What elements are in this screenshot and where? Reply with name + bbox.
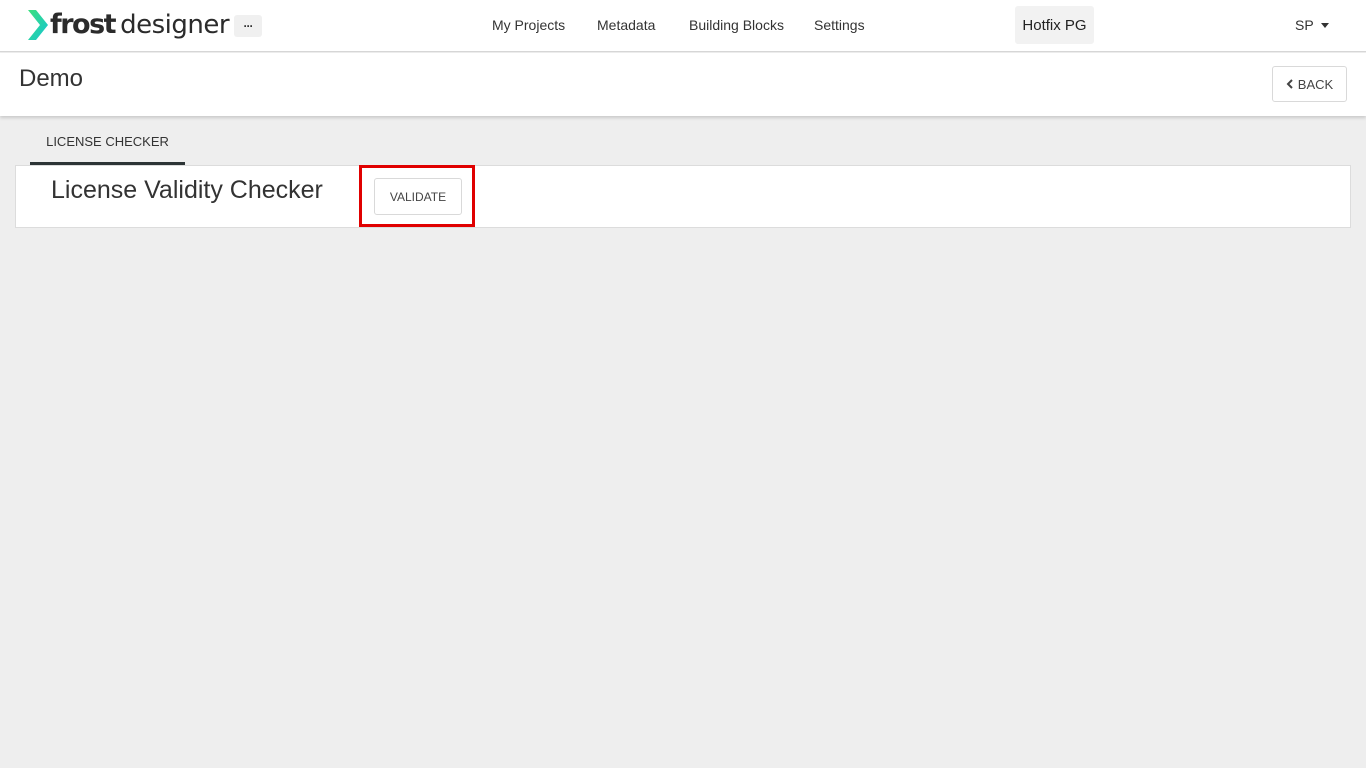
validate-button[interactable]: VALIDATE (374, 178, 462, 215)
chevron-logo-icon (28, 10, 48, 40)
environment-label: Hotfix PG (1022, 16, 1087, 34)
environment-badge[interactable]: Hotfix PG (1015, 6, 1094, 44)
page-title: Demo (19, 65, 84, 92)
license-checker-card: License Validity Checker VALIDATE (15, 165, 1351, 228)
tab-license-checker[interactable]: LICENSE CHECKER (30, 126, 185, 165)
nav-item-settings[interactable]: Settings (814, 17, 865, 33)
nav-item-metadata[interactable]: Metadata (597, 17, 655, 33)
card-title: License Validity Checker (51, 176, 323, 204)
back-button-label: BACK (1297, 76, 1334, 92)
frost-designer-logo[interactable]: frost designer (27, 8, 230, 42)
top-navbar: frost designer ··· My Projects Metadata … (0, 0, 1366, 52)
chevron-left-icon (1286, 79, 1293, 89)
nav-item-building-blocks[interactable]: Building Blocks (689, 17, 784, 33)
nav-item-my-projects[interactable]: My Projects (492, 17, 565, 33)
caret-down-icon (1320, 23, 1329, 28)
validate-button-label: VALIDATE (389, 189, 447, 204)
user-menu[interactable]: SP (1295, 17, 1329, 33)
tab-label: LICENSE CHECKER (46, 134, 169, 149)
logo-text-frost: frost (50, 9, 117, 40)
user-initials: SP (1295, 17, 1314, 33)
back-button[interactable]: BACK (1272, 66, 1347, 102)
more-options-button[interactable]: ··· (234, 15, 262, 37)
page-header: Demo BACK (0, 53, 1366, 116)
logo-text-designer: designer (120, 10, 230, 40)
